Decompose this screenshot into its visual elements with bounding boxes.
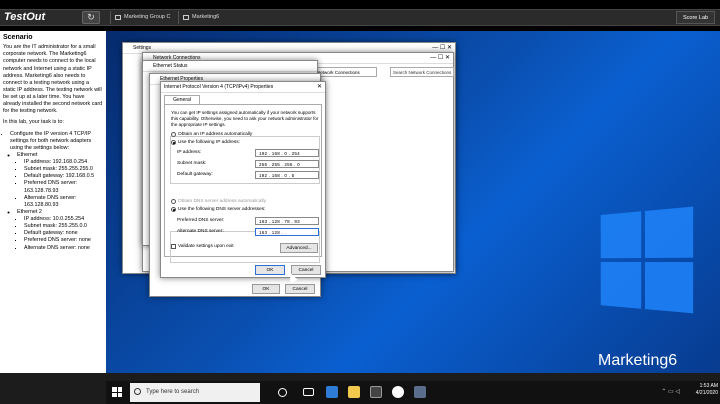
close-icon[interactable]: ✕ xyxy=(317,82,322,93)
radio-label: Obtain DNS server address automatically xyxy=(178,199,266,204)
ip-address-input[interactable]: 192 . 168 . 0 . 254 xyxy=(255,149,319,157)
taskbar: Type here to search ⌃ ▭ ◁ 1:53 AM 4/21/20… xyxy=(0,373,720,404)
search-icon xyxy=(134,388,141,395)
list-item: IP address: 192.168.0.254 xyxy=(24,159,103,166)
ipv4-ok-button[interactable]: OK xyxy=(255,265,285,275)
top-chrome: TestOut ↻ Marketing Group C Marketing6 S… xyxy=(0,0,720,34)
file-explorer-icon[interactable] xyxy=(348,386,360,398)
list-item: Subnet mask: 255.255.255.0 xyxy=(24,166,103,173)
window-title: Internet Protocol Version 4 (TCP/IPv4) P… xyxy=(164,84,274,90)
radio-icon xyxy=(171,132,176,137)
tab-label: Marketing Group C xyxy=(124,14,171,20)
browser-icon[interactable] xyxy=(392,386,404,398)
scenario-heading: Scenario xyxy=(3,34,33,41)
static-dns-radio[interactable]: Use the following DNS server addresses: xyxy=(171,207,265,212)
window-title: Ethernet Status xyxy=(153,63,188,69)
lab-toolbar: TestOut ↻ Marketing Group C Marketing6 S… xyxy=(0,9,720,26)
list-item: Alternate DNS server: 163.128.80.93 xyxy=(24,195,103,209)
ipv4-cancel-button[interactable]: Cancel xyxy=(291,265,321,275)
subnet-mask-label: Subnet mask: xyxy=(177,161,207,166)
taskbar-clock[interactable]: 1:53 AM 4/21/2020 xyxy=(696,383,718,397)
ethernet-ok-button[interactable]: OK xyxy=(252,284,280,294)
preferred-dns-input[interactable]: 163 . 128 . 78 . 93 xyxy=(255,217,319,225)
list-item: Preferred DNS server: none xyxy=(24,237,103,244)
ethernet-status-titlebar[interactable]: Ethernet Status xyxy=(143,61,317,72)
list-item: Ethernet IP address: 192.168.0.254 Subne… xyxy=(17,152,103,209)
address-bar[interactable]: Network Connections xyxy=(314,67,377,77)
system-tray-icons[interactable]: ⌃ ▭ ◁ xyxy=(661,388,680,395)
taskbar-search-input[interactable]: Type here to search xyxy=(130,383,260,402)
ip-address-label: IP address: xyxy=(177,150,202,155)
settings-app-icon[interactable] xyxy=(414,386,426,398)
list-item: Default gateway: none xyxy=(24,230,103,237)
search-placeholder: Type here to search xyxy=(146,389,200,395)
checkbox-label: Validate settings upon exit xyxy=(178,244,234,249)
tab-general[interactable]: General xyxy=(164,95,200,104)
list-item: Default gateway: 192.168.0.5 xyxy=(24,173,103,180)
static-ip-radio[interactable]: Use the following IP address: xyxy=(171,140,240,145)
scenario-intro: You are the IT administrator for a small… xyxy=(3,44,103,115)
auto-dns-radio[interactable]: Obtain DNS server address automatically xyxy=(171,199,266,204)
computer-icon xyxy=(115,15,121,20)
checkbox-icon xyxy=(171,244,176,249)
ethernet-cancel-button[interactable]: Cancel xyxy=(285,284,315,294)
taskbar-inner: Type here to search ⌃ ▭ ◁ 1:53 AM 4/21/20… xyxy=(106,381,720,404)
list-item: Alternate DNS server: none xyxy=(24,245,103,252)
task-text: Configure the IP version 4 TCP/IP settin… xyxy=(10,130,92,151)
alternate-dns-input[interactable]: 163 . 128 . . xyxy=(255,228,319,236)
list-item: Configure the IP version 4 TCP/IP settin… xyxy=(10,131,103,252)
clock-date: 4/21/2020 xyxy=(695,390,718,396)
list-item: Subnet mask: 255.255.0.0 xyxy=(24,223,103,230)
testout-logo: TestOut xyxy=(4,11,46,23)
general-tab-body: You can get IP settings assigned automat… xyxy=(164,104,322,263)
computer-icon xyxy=(183,15,189,20)
list-item: IP address: 10.0.255.254 xyxy=(24,216,103,223)
auto-ip-radio[interactable]: Obtain an IP address automatically xyxy=(171,132,252,137)
radio-label: Use the following DNS server addresses: xyxy=(178,207,266,212)
ipv4-properties-dialog[interactable]: Internet Protocol Version 4 (TCP/IPv4) P… xyxy=(160,81,326,278)
window-controls[interactable]: — ☐ ✕ xyxy=(430,53,450,64)
scenario-panel: Scenario You are the IT administrator fo… xyxy=(0,31,106,373)
alternate-dns-label: Alternate DNS server: xyxy=(177,229,224,234)
radio-selected-icon xyxy=(171,207,176,212)
task-list: Configure the IP version 4 TCP/IP settin… xyxy=(3,131,103,252)
clock-time: 1:53 AM xyxy=(699,383,718,389)
refresh-button[interactable]: ↻ xyxy=(82,11,100,24)
advanced-button[interactable]: Advanced... xyxy=(280,243,318,253)
search-input[interactable]: Search Network Connections xyxy=(390,67,454,77)
desktop-hostname: Marketing6 xyxy=(598,352,678,369)
validate-checkbox[interactable]: Validate settings upon exit xyxy=(171,244,234,249)
tab-marketing6[interactable]: Marketing6 xyxy=(178,11,228,24)
radio-label: Obtain an IP address automatically xyxy=(178,132,253,137)
default-gateway-input[interactable]: 192 . 168 . 0 . 5 xyxy=(255,171,319,179)
preferred-dns-label: Preferred DNS server: xyxy=(177,218,225,223)
adapter-name: Ethernet 2 xyxy=(17,208,42,215)
ipv4-titlebar[interactable]: Internet Protocol Version 4 (TCP/IPv4) P… xyxy=(161,82,325,93)
list-item: Preferred DNS server: 163.128.78.93 xyxy=(24,180,103,194)
score-lab-button[interactable]: Score Lab xyxy=(676,11,716,24)
tab-label: Marketing6 xyxy=(192,14,220,20)
scenario-task: In this lab, your task is to: xyxy=(3,119,64,126)
start-button[interactable] xyxy=(112,387,122,397)
adapter-name: Ethernet xyxy=(17,151,38,158)
store-icon[interactable] xyxy=(370,386,382,398)
tab-marketing-group-c[interactable]: Marketing Group C xyxy=(110,11,174,24)
cortana-icon[interactable] xyxy=(278,388,287,397)
radio-label: Use the following IP address: xyxy=(178,140,241,145)
radio-icon xyxy=(171,199,176,204)
subnet-mask-input[interactable]: 255 . 255 . 255 . 0 xyxy=(255,160,319,168)
ipv4-description: You can get IP settings assigned automat… xyxy=(171,110,319,127)
task-view-icon[interactable] xyxy=(303,388,314,396)
radio-selected-icon xyxy=(171,140,176,145)
default-gateway-label: Default gateway: xyxy=(177,172,213,177)
window-title: Settings xyxy=(133,45,152,51)
edge-icon[interactable] xyxy=(326,386,338,398)
list-item: Ethernet 2 IP address: 10.0.255.254 Subn… xyxy=(17,209,103,252)
windows-logo-icon xyxy=(600,206,696,315)
